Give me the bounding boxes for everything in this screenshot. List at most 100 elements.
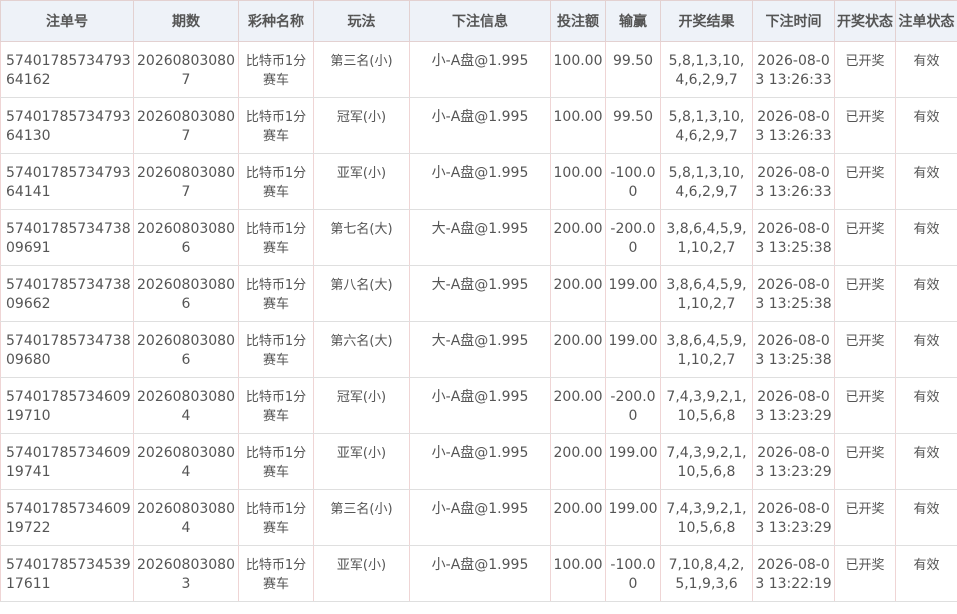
cell-bet-time: 2026-08-03 13:23:29 <box>752 377 835 434</box>
cell-play: 亚军(小) <box>313 153 410 210</box>
cell-bet-time: 2026-08-03 13:23:29 <box>752 433 835 490</box>
cell-order-no: 5740178573453917611 <box>0 545 134 602</box>
cell-order-status: 有效 <box>895 433 957 490</box>
cell-result: 3,8,6,4,5,9,1,10,2,7 <box>660 265 753 322</box>
cell-lottery: 比特币1分赛车 <box>238 545 314 602</box>
cell-bet-time: 2026-08-03 13:26:33 <box>752 41 835 98</box>
header-result: 开奖结果 <box>660 0 753 42</box>
cell-order-status: 有效 <box>895 209 957 266</box>
cell-result: 5,8,1,3,10,4,6,2,9,7 <box>660 41 753 98</box>
cell-result: 7,4,3,9,2,1,10,5,6,8 <box>660 377 753 434</box>
cell-order-no: 5740178573479364162 <box>0 41 134 98</box>
cell-order-status: 有效 <box>895 377 957 434</box>
cell-amount: 200.00 <box>550 489 606 546</box>
table-row: 5740178573473809680 202608030806 比特币1分赛车… <box>0 321 957 378</box>
cell-bet-info: 小-A盘@1.995 <box>409 41 551 98</box>
cell-lottery: 比特币1分赛车 <box>238 433 314 490</box>
cell-issue: 202608030807 <box>133 153 239 210</box>
cell-draw-status: 已开奖 <box>834 321 896 378</box>
cell-issue: 202608030804 <box>133 377 239 434</box>
bet-records-panel: 注单号 期数 彩种名称 玩法 下注信息 投注额 输赢 开奖结果 下注时间 开奖状… <box>0 0 957 614</box>
cell-order-no: 5740178573479364141 <box>0 153 134 210</box>
cell-win-loss: -200.00 <box>605 377 661 434</box>
cell-bet-time: 2026-08-03 13:25:38 <box>752 209 835 266</box>
cell-result: 7,4,3,9,2,1,10,5,6,8 <box>660 489 753 546</box>
cell-win-loss: 199.00 <box>605 265 661 322</box>
cell-bet-time: 2026-08-03 13:25:38 <box>752 265 835 322</box>
cell-amount: 200.00 <box>550 265 606 322</box>
cell-win-loss: 199.00 <box>605 321 661 378</box>
header-order-status: 注单状态 <box>895 0 957 42</box>
cell-bet-time: 2026-08-03 13:26:33 <box>752 97 835 154</box>
cell-draw-status: 已开奖 <box>834 41 896 98</box>
cell-amount: 200.00 <box>550 321 606 378</box>
cell-order-status: 有效 <box>895 153 957 210</box>
cell-lottery: 比特币1分赛车 <box>238 41 314 98</box>
cell-result: 5,8,1,3,10,4,6,2,9,7 <box>660 97 753 154</box>
bet-records-table: 注单号 期数 彩种名称 玩法 下注信息 投注额 输赢 开奖结果 下注时间 开奖状… <box>0 0 957 602</box>
cell-amount: 200.00 <box>550 209 606 266</box>
header-lottery: 彩种名称 <box>238 0 314 42</box>
cell-lottery: 比特币1分赛车 <box>238 321 314 378</box>
cell-lottery: 比特币1分赛车 <box>238 377 314 434</box>
cell-order-no: 5740178573460919710 <box>0 377 134 434</box>
cell-lottery: 比特币1分赛车 <box>238 489 314 546</box>
table-row: 5740178573479364130 202608030807 比特币1分赛车… <box>0 97 957 154</box>
cell-issue: 202608030807 <box>133 41 239 98</box>
cell-order-status: 有效 <box>895 97 957 154</box>
table-row: 5740178573453917611 202608030803 比特币1分赛车… <box>0 545 957 602</box>
cell-draw-status: 已开奖 <box>834 433 896 490</box>
cell-win-loss: 199.00 <box>605 433 661 490</box>
cell-bet-info: 大-A盘@1.995 <box>409 209 551 266</box>
cell-win-loss: 99.50 <box>605 97 661 154</box>
header-issue: 期数 <box>133 0 239 42</box>
cell-draw-status: 已开奖 <box>834 545 896 602</box>
cell-amount: 100.00 <box>550 153 606 210</box>
cell-issue: 202608030807 <box>133 97 239 154</box>
cell-amount: 100.00 <box>550 97 606 154</box>
cell-issue: 202608030806 <box>133 321 239 378</box>
cell-result: 3,8,6,4,5,9,1,10,2,7 <box>660 209 753 266</box>
cell-bet-time: 2026-08-03 13:22:19 <box>752 545 835 602</box>
cell-order-status: 有效 <box>895 41 957 98</box>
cell-order-no: 5740178573473809680 <box>0 321 134 378</box>
cell-bet-info: 小-A盘@1.995 <box>409 489 551 546</box>
cell-amount: 200.00 <box>550 377 606 434</box>
header-bet-info: 下注信息 <box>409 0 551 42</box>
table-row: 5740178573460919741 202608030804 比特币1分赛车… <box>0 433 957 490</box>
cell-lottery: 比特币1分赛车 <box>238 265 314 322</box>
cell-play: 第三名(小) <box>313 41 410 98</box>
header-play: 玩法 <box>313 0 410 42</box>
cell-play: 亚军(小) <box>313 545 410 602</box>
cell-issue: 202608030804 <box>133 489 239 546</box>
header-draw-status: 开奖状态 <box>834 0 896 42</box>
cell-lottery: 比特币1分赛车 <box>238 153 314 210</box>
cell-amount: 200.00 <box>550 433 606 490</box>
cell-bet-time: 2026-08-03 13:26:33 <box>752 153 835 210</box>
cell-draw-status: 已开奖 <box>834 153 896 210</box>
cell-draw-status: 已开奖 <box>834 489 896 546</box>
cell-issue: 202608030806 <box>133 209 239 266</box>
cell-play: 第三名(小) <box>313 489 410 546</box>
table-header-row: 注单号 期数 彩种名称 玩法 下注信息 投注额 输赢 开奖结果 下注时间 开奖状… <box>0 0 957 42</box>
cell-order-no: 5740178573460919722 <box>0 489 134 546</box>
cell-result: 5,8,1,3,10,4,6,2,9,7 <box>660 153 753 210</box>
cell-order-status: 有效 <box>895 545 957 602</box>
cell-win-loss: -200.00 <box>605 209 661 266</box>
cell-result: 7,10,8,4,2,5,1,9,3,6 <box>660 545 753 602</box>
cell-order-no: 5740178573460919741 <box>0 433 134 490</box>
header-amount: 投注额 <box>550 0 606 42</box>
cell-lottery: 比特币1分赛车 <box>238 209 314 266</box>
cell-result: 7,4,3,9,2,1,10,5,6,8 <box>660 433 753 490</box>
cell-bet-time: 2026-08-03 13:23:29 <box>752 489 835 546</box>
cell-amount: 100.00 <box>550 545 606 602</box>
cell-order-status: 有效 <box>895 321 957 378</box>
cell-play: 第八名(大) <box>313 265 410 322</box>
cell-bet-info: 小-A盘@1.995 <box>409 433 551 490</box>
cell-bet-info: 小-A盘@1.995 <box>409 153 551 210</box>
cell-draw-status: 已开奖 <box>834 97 896 154</box>
cell-draw-status: 已开奖 <box>834 209 896 266</box>
cell-issue: 202608030804 <box>133 433 239 490</box>
cell-win-loss: 99.50 <box>605 41 661 98</box>
cell-win-loss: 199.00 <box>605 489 661 546</box>
